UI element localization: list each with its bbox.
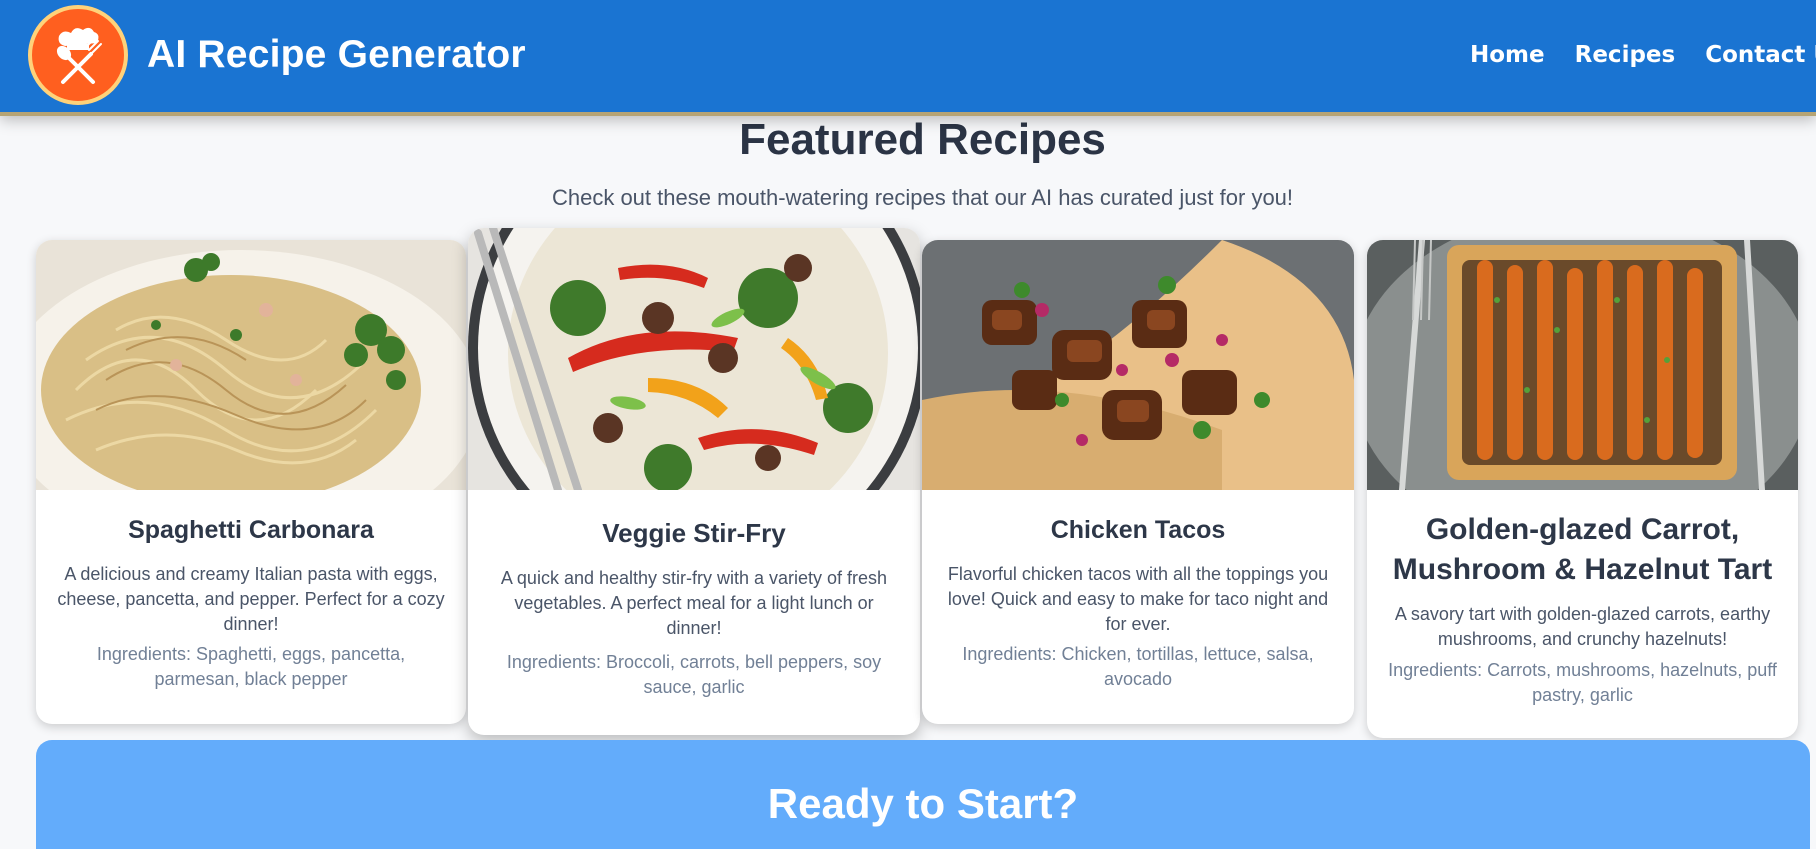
recipe-title: Chicken Tacos xyxy=(1050,516,1226,544)
recipe-description: A savory tart with golden-glazed carrots… xyxy=(1394,604,1771,649)
featured-subtitle: Check out these mouth-watering recipes t… xyxy=(551,185,1294,210)
recipe-card-chicken-tacos[interactable]: Chicken Tacos Flavorful chicken tacos wi… xyxy=(922,240,1354,724)
recipe-description: A delicious and creamy Italian pasta wit… xyxy=(57,564,445,634)
recipe-description: Flavorful chicken tacos with all the top… xyxy=(947,564,1329,634)
recipe-description: A quick and healthy stir-fry with a vari… xyxy=(500,568,888,638)
site-header: AI Recipe Generator Home Recipes Contact… xyxy=(0,0,1816,112)
recipe-card-spaghetti-carbonara[interactable]: Spaghetti Carbonara A delicious and crea… xyxy=(36,240,466,724)
main-nav: Home Recipes Contact Us xyxy=(1470,42,1816,68)
recipe-ingredients: Ingredients: Carrots, mushrooms, hazelnu… xyxy=(1388,660,1777,705)
nav-contact-us[interactable]: Contact Us xyxy=(1705,42,1816,68)
featured-title: Featured Recipes xyxy=(739,115,1106,164)
cta-title: Ready to Start? xyxy=(767,780,1079,827)
nav-recipes[interactable]: Recipes xyxy=(1575,42,1676,68)
recipe-ingredients: Ingredients: Spaghetti, eggs, pancetta, … xyxy=(96,644,406,689)
recipe-image-spaghetti-carbonara xyxy=(36,240,466,490)
recipe-title: Golden-glazed Carrot, Mushroom & Hazelnu… xyxy=(1392,513,1773,586)
recipe-ingredients: Ingredients: Chicken, tortillas, lettuce… xyxy=(962,644,1314,689)
recipe-image-veggie-stir-fry xyxy=(468,228,920,490)
recipe-image-chicken-tacos xyxy=(922,240,1354,490)
recipe-ingredients: Ingredients: Broccoli, carrots, bell pep… xyxy=(506,652,882,697)
cta-banner: Ready to Start? xyxy=(36,740,1810,849)
chef-hat-utensils-icon[interactable] xyxy=(28,5,128,105)
recipe-card-veggie-stir-fry[interactable]: Veggie Stir-Fry A quick and healthy stir… xyxy=(468,228,920,735)
recipe-image-carrot-tart xyxy=(1367,240,1798,490)
recipe-title: Veggie Stir-Fry xyxy=(602,518,786,548)
nav-home[interactable]: Home xyxy=(1470,42,1545,68)
recipe-title: Spaghetti Carbonara xyxy=(128,516,374,544)
recipe-card-carrot-tart[interactable]: Golden-glazed Carrot, Mushroom & Hazelnu… xyxy=(1367,240,1798,738)
brand-title[interactable]: AI Recipe Generator xyxy=(147,33,526,77)
